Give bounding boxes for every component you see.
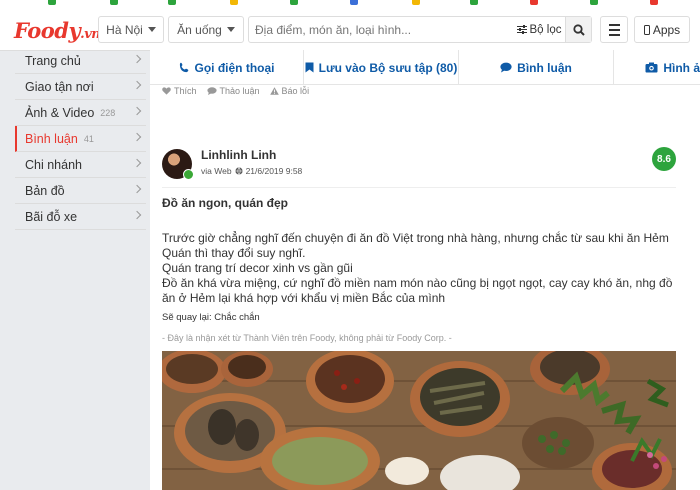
reaction-bar: Thích Thảo luận Báo lỗi xyxy=(162,86,309,96)
review-count: 41 xyxy=(83,133,94,144)
review-score-badge: 8.6 xyxy=(652,147,676,171)
discuss-button[interactable]: Thảo luận xyxy=(206,86,260,96)
apps-label: Apps xyxy=(652,22,681,37)
search-box: Bộ lọc xyxy=(248,16,592,43)
sidebar-item-reviews[interactable]: Bình luận 41 xyxy=(15,126,146,152)
chat-bubble-icon xyxy=(206,87,217,95)
member-disclaimer: - Đây là nhận xét từ Thành Viên trên Foo… xyxy=(162,333,452,343)
review-source: via Web xyxy=(201,166,232,176)
hamburger-icon xyxy=(608,23,620,26)
card-divider xyxy=(162,187,676,188)
chevron-down-icon xyxy=(147,27,156,32)
warning-icon xyxy=(269,87,279,95)
comment-button[interactable]: Bình luận xyxy=(459,50,614,85)
filter-label: Bộ lọc xyxy=(529,23,562,36)
foody-logo[interactable]: Foody.vn® xyxy=(14,18,110,43)
save-collection-button[interactable]: Lưu vào Bộ sưu tập (80) xyxy=(304,50,459,85)
category-select[interactable]: Ăn uống xyxy=(168,16,244,43)
city-label: Hà Nội xyxy=(106,22,143,37)
menu-button[interactable] xyxy=(600,16,628,43)
phone-icon xyxy=(643,24,650,35)
heart-icon xyxy=(162,87,171,95)
verified-badge-icon xyxy=(183,169,194,180)
sidebar-item-parking[interactable]: Bãi đỗ xe xyxy=(15,204,146,230)
review-meta: via Web 21/6/2019 9:58 xyxy=(201,166,302,176)
apps-button[interactable]: Apps xyxy=(634,16,690,43)
bookmark-icon xyxy=(305,62,314,73)
like-button[interactable]: Thích xyxy=(162,86,197,96)
chat-bubble-icon xyxy=(500,62,512,73)
category-label: Ăn uống xyxy=(177,22,222,37)
sidebar-item-branches[interactable]: Chi nhánh xyxy=(15,152,146,178)
search-button[interactable] xyxy=(565,17,591,42)
revisit-note: Sẽ quay lại: Chắc chắn xyxy=(162,312,260,323)
search-icon xyxy=(572,23,585,36)
sidebar-item-delivery[interactable]: Giao tận nơi xyxy=(15,74,146,100)
chevron-right-icon xyxy=(132,80,142,90)
chevron-right-icon xyxy=(132,210,142,220)
sliders-icon xyxy=(516,25,527,34)
food-photo-image xyxy=(162,351,676,490)
review-body: Trước giờ chẳng nghĩ đến chuyện đi ăn đồ… xyxy=(162,231,677,306)
main-content: Gọi điện thoại Lưu vào Bộ sưu tập (80) B… xyxy=(150,50,700,490)
chevron-down-icon xyxy=(226,27,235,32)
report-button[interactable]: Báo lỗi xyxy=(269,86,309,96)
photo-count: 228 xyxy=(100,107,116,118)
chevron-right-icon xyxy=(132,184,142,194)
camera-icon xyxy=(645,62,658,73)
sidebar-item-map[interactable]: Bản đồ xyxy=(15,178,146,204)
review-body-line: Quán trang trí decor xinh vs gần gũi xyxy=(162,261,353,275)
photo-button[interactable]: Hình ả xyxy=(614,50,700,85)
review-author[interactable]: Linhlinh Linh xyxy=(201,148,276,162)
sidebar-item-photos[interactable]: Ảnh & Video 228 xyxy=(15,100,146,126)
sidebar-nav: Trang chủ Giao tận nơi Ảnh & Video 228 Bì… xyxy=(15,48,146,230)
review-photo[interactable] xyxy=(162,351,676,490)
top-header: Foody.vn® Hà Nội Ăn uống Bộ lọc Apps xyxy=(0,6,700,51)
review-body-line: Đồ ăn khá vừa miệng, cứ nghĩ đồ miền nam… xyxy=(162,276,673,305)
action-bar: Gọi điện thoại Lưu vào Bộ sưu tập (80) B… xyxy=(150,50,700,85)
chevron-right-icon xyxy=(132,54,142,64)
sidebar-item-home[interactable]: Trang chủ xyxy=(15,48,146,74)
phone-icon xyxy=(179,62,188,73)
search-input[interactable] xyxy=(249,17,504,42)
review-date: 21/6/2019 9:58 xyxy=(245,166,303,176)
globe-icon xyxy=(234,167,243,175)
chevron-right-icon xyxy=(132,106,142,116)
chevron-right-icon xyxy=(132,158,142,168)
filter-button[interactable]: Bộ lọc xyxy=(513,17,565,42)
city-select[interactable]: Hà Nội xyxy=(98,16,164,43)
review-card: Linhlinh Linh via Web 21/6/2019 9:58 8.6… xyxy=(150,133,700,490)
chevron-right-icon xyxy=(132,132,142,142)
review-title: Đồ ăn ngon, quán đẹp xyxy=(162,196,288,210)
call-button[interactable]: Gọi điện thoại xyxy=(150,50,304,85)
review-body-line: Trước giờ chẳng nghĩ đến chuyện đi ăn đồ… xyxy=(162,231,669,260)
